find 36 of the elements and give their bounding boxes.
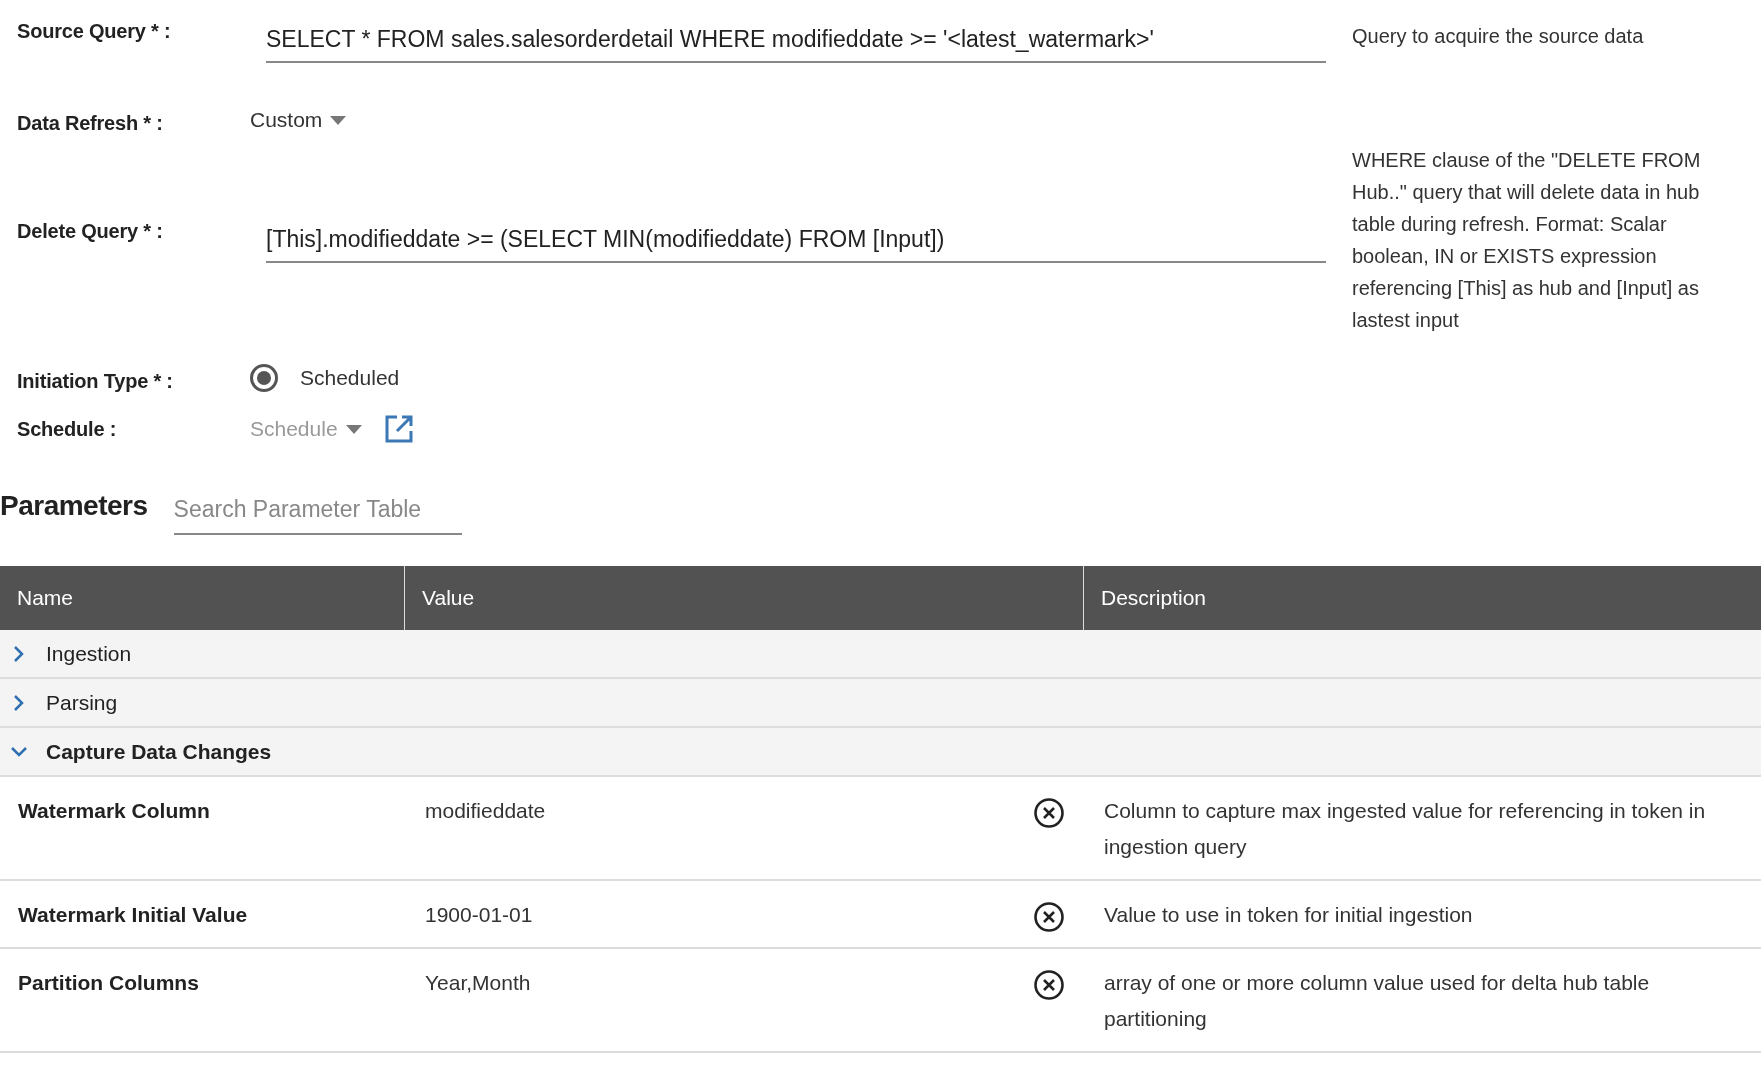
parameter-value: 1900-01-01 [425, 902, 533, 928]
field-label: Initiation Type * : [16, 369, 174, 393]
parameter-name: Partition Columns [17, 970, 200, 996]
group-row[interactable]: Ingestion [0, 630, 1761, 679]
external-link-icon [383, 414, 414, 444]
clear-button[interactable] [1033, 901, 1065, 933]
clear-button[interactable] [1033, 969, 1065, 1001]
parameter-description: Column to capture max ingested value for referencing in token in ingestion query [1103, 798, 1707, 860]
field-label: Delete Query * : [16, 219, 164, 243]
parameter-name: Watermark Column [17, 798, 211, 824]
dropdown[interactable]: Custom [250, 108, 347, 132]
radio-label: Scheduled [300, 366, 400, 390]
query-field[interactable]: [This].modifieddate >= (SELECT MIN(modifieddate) FROM [Input]) [266, 226, 1326, 263]
help-text: WHERE clause of the "DELETE FROM Hub.." query that will delete data in hub table during refresh. Format: Scalar boolean, IN or EXISTS expression referencing [This] as hub and [Input] as lastest input [1352, 148, 1702, 333]
parameter-description: array of one or more column value used for delta hub table partitioning [1103, 970, 1651, 1032]
field-label: Data Refresh * : [16, 111, 164, 135]
parameter-name: Watermark Initial Value [17, 902, 249, 928]
section-title: Parameters [0, 490, 148, 522]
caret-icon [330, 115, 347, 125]
parameter-value: Year,Month [425, 970, 531, 996]
help-text: Query to acquire the source data [1352, 24, 1645, 49]
parameter-description: Value to use in token for initial ingestion [1103, 902, 1474, 928]
radio-button[interactable] [250, 364, 278, 392]
group-row[interactable]: Capture Data Changes [0, 728, 1761, 777]
parameter-value: modifieddate [425, 798, 546, 824]
column-header: Name [16, 585, 75, 611]
field-label: Source Query * : [16, 19, 172, 43]
group-row[interactable]: Parsing [0, 679, 1761, 728]
caret-icon [345, 424, 362, 434]
query-field[interactable]: SELECT * FROM sales.salesorderdetail WHERE modifieddate >= '<latest_watermark>' [266, 26, 1326, 63]
clear-icon [1033, 969, 1065, 1001]
clear-icon [1033, 901, 1065, 933]
clear-icon [1033, 797, 1065, 829]
field-label: Schedule : [16, 417, 118, 441]
clear-button[interactable] [1033, 797, 1065, 829]
open-external-button[interactable] [383, 414, 414, 444]
